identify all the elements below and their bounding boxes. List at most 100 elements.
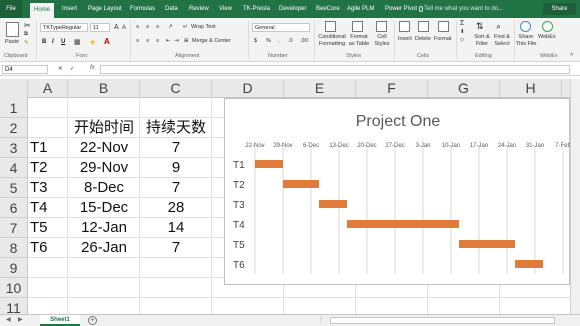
cut-icon[interactable]: ✂ [24,22,31,30]
gantt-bar[interactable] [347,220,459,228]
gantt-chart[interactable]: Project One 22-Nov 29-Nov 6-Dec 13-Dec 20-De… [224,98,571,285]
tell-me-search[interactable]: Tell me what you want to do... [424,0,503,18]
column-header-c[interactable]: C [140,79,212,98]
row-header-7[interactable]: 7 [0,218,28,238]
cell-task-name[interactable]: T3 [30,178,50,198]
align-bottom-icon[interactable]: ≡ [156,24,159,31]
row-header-2[interactable]: 2 [0,118,28,138]
column-header-e[interactable]: E [284,79,356,98]
find-select-icon[interactable]: ⌕ [496,21,507,32]
insert-cells-icon[interactable] [399,21,410,32]
format-as-table-button[interactable]: Format as Table [347,34,371,48]
cell-c2-header-duration[interactable]: 持续天数 [141,118,211,138]
row-header-1[interactable]: 1 [0,98,28,118]
increase-decimal-icon[interactable]: .0 [288,38,293,45]
comma-button[interactable]: , [278,38,280,45]
borders-icon[interactable]: ▦ [74,39,81,46]
cell-b2-header-start[interactable]: 开始时间 [70,118,138,138]
format-cells-button[interactable]: Format [434,36,451,43]
tab-file[interactable]: File [0,0,22,18]
sort-filter-button[interactable]: Sort & Filter [472,34,492,48]
cell-task-start[interactable]: 15-Dec [70,198,138,218]
currency-button[interactable]: $ [254,38,257,45]
row-header-5[interactable]: 5 [0,178,28,198]
percent-button[interactable]: % [266,38,271,45]
cell-task-name[interactable]: T4 [30,198,50,218]
underline-button[interactable]: U [61,39,65,45]
orientation-icon[interactable]: ↗ [168,24,173,31]
tab-formulas[interactable]: Formulas [130,0,155,18]
autosum-button[interactable]: Σ [460,20,464,27]
sheet-tab-sheet1[interactable]: Sheet1 [40,315,80,326]
tab-power-pivot[interactable]: Power Pivot [385,0,417,18]
format-as-table-icon[interactable] [352,21,363,32]
clear-icon[interactable]: ◇ [460,37,464,44]
row-header-10[interactable]: 10 [0,278,28,298]
format-painter-icon[interactable]: ✎ [24,40,29,47]
conditional-formatting-button[interactable]: Conditional Formatting [316,34,348,48]
merge-center-button[interactable]: Merge & Center [192,38,231,45]
column-header-g[interactable]: G [428,79,500,98]
wrap-text-icon[interactable]: ↵ [183,24,188,31]
font-name-select[interactable]: TKTypeRegular [40,23,88,32]
share-file-icon[interactable] [520,21,531,32]
webex-icon[interactable] [542,21,553,32]
tab-review[interactable]: Review [189,0,209,18]
font-size-select[interactable]: 11 [90,23,110,32]
cell-task-days[interactable]: 9 [141,158,211,178]
cell-task-days[interactable]: 14 [141,218,211,238]
decrease-decimal-icon[interactable]: .00 [300,38,308,45]
shrink-font-icon[interactable]: A [122,25,126,32]
tab-view[interactable]: View [219,0,232,18]
select-all-corner[interactable] [0,79,28,98]
column-header-h[interactable]: H [500,79,562,98]
enter-icon[interactable]: ✓ [70,66,75,73]
delete-cells-button[interactable]: Delete [415,36,431,43]
paste-label[interactable]: Paste [5,39,19,46]
align-center-icon[interactable]: ≡ [146,38,149,45]
cell-styles-icon[interactable] [376,21,387,32]
find-select-button[interactable]: Find & Select [492,34,512,48]
tab-beecore[interactable]: BeeCore [316,0,340,18]
cell-task-name[interactable]: T5 [30,218,50,238]
align-right-icon[interactable]: ≡ [156,38,159,45]
next-sheet-icon[interactable]: ▶ [18,316,23,323]
bold-button[interactable]: B [42,39,46,45]
cell-task-name[interactable]: T1 [30,138,50,158]
collapse-ribbon-icon[interactable]: ˄ [570,52,573,59]
formula-input[interactable] [100,65,570,74]
cell-task-start[interactable]: 29-Nov [70,158,138,178]
tab-insert[interactable]: Insert [62,0,77,18]
share-this-file-button[interactable]: Share This File [515,34,537,48]
fill-icon[interactable]: ⬇ [460,29,465,36]
cell-task-name[interactable]: T2 [30,158,50,178]
sort-filter-icon[interactable]: ⇅ [476,21,487,32]
font-color-icon[interactable]: A [104,38,110,46]
align-top-icon[interactable]: ≡ [136,24,139,31]
tab-home[interactable]: Home [30,3,55,18]
copy-icon[interactable]: ⧉ [24,31,28,38]
cell-task-start[interactable]: 12-Jan [70,218,138,238]
cell-task-start[interactable]: 26-Jan [70,238,138,258]
share-button[interactable]: Share [543,3,576,15]
more-options-icon[interactable]: ⋮ [318,316,324,323]
tab-page-layout[interactable]: Page Layout [88,0,122,18]
row-header-4[interactable]: 4 [0,158,28,178]
cell-task-start[interactable]: 22-Nov [70,138,138,158]
align-left-icon[interactable]: ≡ [136,38,139,45]
wrap-text-button[interactable]: Wrap Text [191,24,216,31]
tab-tk-presta[interactable]: TK-Presta [243,0,270,18]
row-header-8[interactable]: 8 [0,238,28,258]
row-header-9[interactable]: 9 [0,258,28,278]
grow-font-icon[interactable]: A [114,24,119,31]
column-header-f[interactable]: F [356,79,428,98]
delete-cells-icon[interactable] [418,21,429,32]
gantt-bar[interactable] [319,200,347,208]
italic-button[interactable]: I [52,39,54,45]
row-header-6[interactable]: 6 [0,198,28,218]
webex-button[interactable]: WebEx [538,34,556,41]
cancel-icon[interactable]: ✕ [58,66,63,73]
vertical-scrollbar[interactable] [570,79,580,314]
add-sheet-button[interactable]: + [88,316,97,325]
gantt-bar[interactable] [255,160,283,168]
